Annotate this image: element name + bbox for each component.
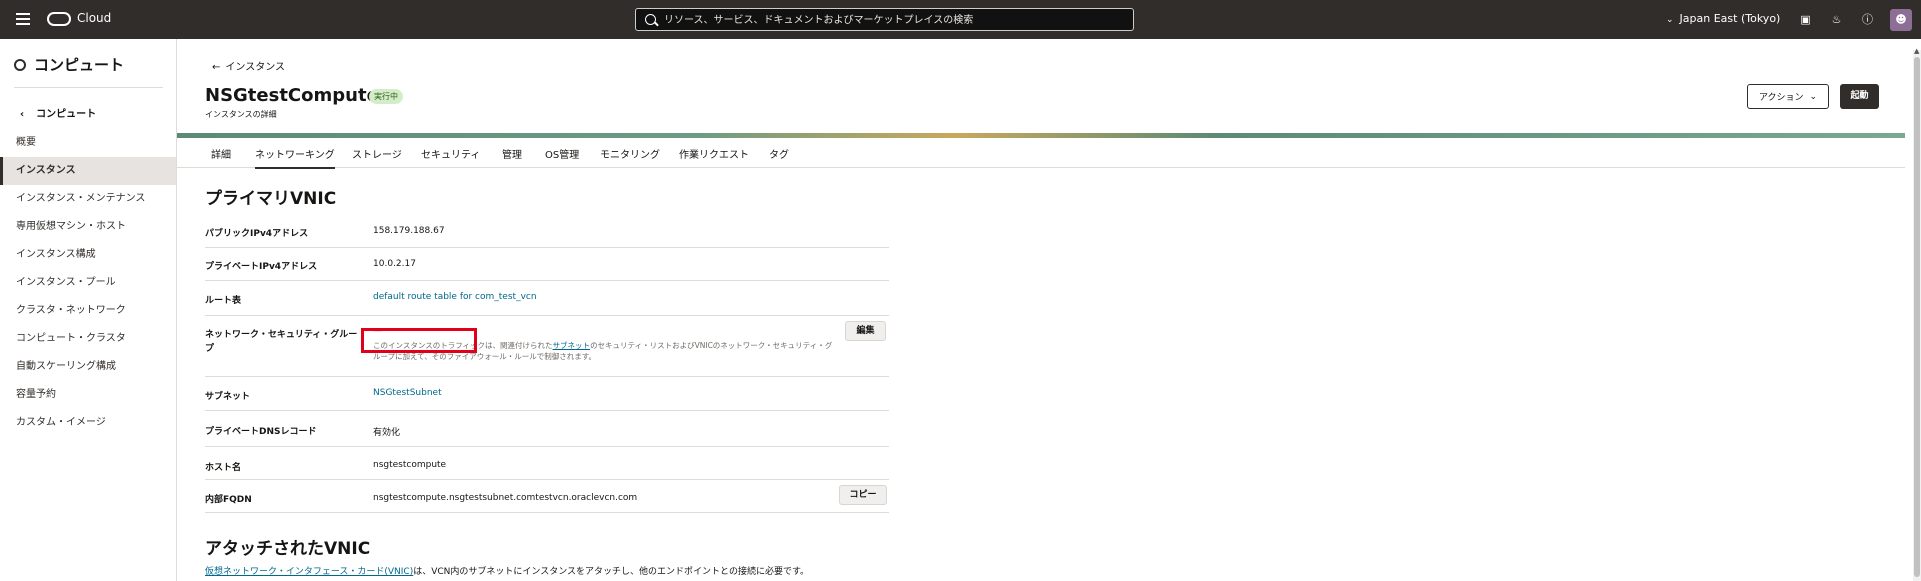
scrollbar-thumb[interactable] xyxy=(1914,57,1920,577)
sidebar-back-label: コンピュート xyxy=(36,109,97,120)
help-icon[interactable]: ⓘ xyxy=(1861,13,1874,26)
back-to-instances-link[interactable]: ← インスタンス xyxy=(212,58,285,73)
main-content: ← インスタンス NSGtestCompute 実行中 インスタンスの詳細 アクシ… xyxy=(177,39,1905,581)
arrow-left-icon: ← xyxy=(212,62,221,73)
private-ip-label: プライベートIPv4アドレス xyxy=(205,262,318,272)
scroll-up-icon[interactable]: ▲ xyxy=(1914,47,1919,55)
profile-avatar-icon[interactable]: ☻ xyxy=(1890,9,1912,31)
sidebar-item-capacity-reservations[interactable]: 容量予約 xyxy=(0,381,176,409)
fqdn-value: nsgtestcompute.nsgtestsubnet.comtestvcn.… xyxy=(373,493,638,503)
chevron-down-icon: ⌄ xyxy=(1666,15,1674,25)
route-table-link[interactable]: default route table for com_test_vcn xyxy=(373,292,537,302)
search-input[interactable] xyxy=(664,12,1124,28)
actions-label: アクション xyxy=(1758,93,1804,103)
attached-vnic-desc: 仮想ネットワーク・インタフェース・カード(VNIC)は、VCN内のサブネットにイ… xyxy=(205,564,809,577)
chevron-left-icon: ‹ xyxy=(20,109,25,120)
cloud-shell-icon[interactable]: ▣ xyxy=(1799,13,1812,26)
sidebar-item-overview[interactable]: 概要 xyxy=(0,129,176,157)
subnet-row: サブネット NSGtestSubnet xyxy=(205,377,889,411)
start-button[interactable]: 起動 xyxy=(1840,84,1879,109)
dns-label: プライベートDNSレコード xyxy=(205,427,317,437)
tab-networking[interactable]: ネットワーキング xyxy=(255,146,335,169)
back-label: インスタンス xyxy=(225,62,285,73)
sidebar-item-dedicated-vm-hosts[interactable]: 専用仮想マシン・ホスト xyxy=(0,213,176,241)
sidebar-item-autoscaling[interactable]: 自動スケーリング構成 xyxy=(0,353,176,381)
subnet-link[interactable]: NSGtestSubnet xyxy=(373,388,442,398)
fqdn-row: 内部FQDN nsgtestcompute.nsgtestsubnet.comt… xyxy=(205,480,889,513)
tab-security[interactable]: セキュリティ xyxy=(421,146,480,167)
tab-details[interactable]: 詳細 xyxy=(211,146,231,167)
public-ip-value: 158.179.188.67 xyxy=(373,226,445,236)
public-ip-label: パブリックIPv4アドレス xyxy=(205,229,309,239)
oracle-logo-icon[interactable] xyxy=(47,12,71,26)
top-bar: Cloud ⌄ Japan East (Tokyo) ▣ ♨ ⓘ ☻ xyxy=(0,0,1921,39)
menu-icon[interactable] xyxy=(16,13,30,25)
chevron-down-icon: ⌄ xyxy=(1809,91,1818,102)
sidebar-item-instances[interactable]: インスタンス xyxy=(0,157,176,185)
private-ip-value: 10.0.2.17 xyxy=(373,259,416,269)
tab-tags[interactable]: タグ xyxy=(769,146,789,167)
sidebar-back-link[interactable]: ‹ コンピュート xyxy=(20,105,96,120)
tab-work-requests[interactable]: 作業リクエスト xyxy=(679,146,749,167)
public-ip-row: パブリックIPv4アドレス 158.179.188.67 xyxy=(205,215,889,248)
primary-vnic-title: プライマリVNIC xyxy=(205,189,337,209)
subnet-label: サブネット xyxy=(205,392,251,402)
copy-fqdn-button[interactable]: コピー xyxy=(839,485,887,505)
subnet-note-link[interactable]: サブネット xyxy=(553,341,591,350)
sidebar-item-compute-clusters[interactable]: コンピュート・クラスタ xyxy=(0,325,176,353)
attached-vnic-desc-rest: は、VCN内のサブネットにインスタンスをアタッチし、他のエンドポイントとの接続に… xyxy=(413,567,810,577)
nsg-label: ネットワーク・セキュリティ・グループ xyxy=(205,330,358,354)
page-title: NSGtestCompute xyxy=(205,85,379,106)
tab-management[interactable]: 管理 xyxy=(502,146,522,167)
nsg-highlight-box xyxy=(361,328,477,353)
hostname-value: nsgtestcompute xyxy=(373,460,447,470)
status-badge: 実行中 xyxy=(369,89,403,104)
search-box[interactable] xyxy=(635,8,1134,31)
bell-icon[interactable]: ♨ xyxy=(1830,13,1843,26)
hostname-row: ホスト名 nsgtestcompute xyxy=(205,447,889,480)
compute-icon xyxy=(14,58,26,71)
dns-row: プライベートDNSレコード 有効化 xyxy=(205,411,889,447)
tab-bar: 詳細 ネットワーキング ストレージ セキュリティ 管理 OS管理 モニタリング … xyxy=(177,138,1905,169)
sidebar-header: コンピュート xyxy=(14,54,124,75)
vnic-docs-link[interactable]: 仮想ネットワーク・インタフェース・カード(VNIC) xyxy=(205,567,413,577)
sidebar-item-cluster-networks[interactable]: クラスタ・ネットワーク xyxy=(0,297,176,325)
region-label: Japan East (Tokyo) xyxy=(1679,12,1781,25)
sidebar-divider xyxy=(14,87,163,88)
sidebar-item-custom-images[interactable]: カスタム・イメージ xyxy=(0,409,176,437)
region-selector[interactable]: ⌄ Japan East (Tokyo) xyxy=(1666,12,1780,25)
actions-button[interactable]: アクション ⌄ xyxy=(1747,84,1829,109)
private-ip-row: プライベートIPv4アドレス 10.0.2.17 xyxy=(205,248,889,281)
sidebar-item-instance-pools[interactable]: インスタンス・プール xyxy=(0,269,176,297)
route-table-label: ルート表 xyxy=(205,296,242,306)
nsg-row: ネットワーク・セキュリティ・グループ — このインスタンスのトラフィックは、関連… xyxy=(205,316,889,377)
tab-monitoring[interactable]: モニタリング xyxy=(600,146,660,167)
sidebar: コンピュート ‹ コンピュート 概要 インスタンス インスタンス・メンテナンス 専… xyxy=(0,39,177,581)
tab-storage[interactable]: ストレージ xyxy=(352,146,402,167)
sidebar-item-instance-configurations[interactable]: インスタンス構成 xyxy=(0,241,176,269)
sidebar-title: コンピュート xyxy=(34,56,125,74)
edit-nsg-button[interactable]: 編集 xyxy=(845,321,886,341)
dns-value: 有効化 xyxy=(373,428,401,438)
search-icon xyxy=(645,14,656,25)
sidebar-list: 概要 インスタンス インスタンス・メンテナンス 専用仮想マシン・ホスト インスタ… xyxy=(0,129,176,437)
route-table-row: ルート表 default route table for com_test_vc… xyxy=(205,281,889,316)
brand-label[interactable]: Cloud xyxy=(77,11,111,25)
tab-os-management[interactable]: OS管理 xyxy=(545,146,579,167)
sidebar-item-instance-maintenance[interactable]: インスタンス・メンテナンス xyxy=(0,185,176,213)
page-subtitle: インスタンスの詳細 xyxy=(205,110,277,119)
fqdn-label: 内部FQDN xyxy=(205,495,252,505)
hostname-label: ホスト名 xyxy=(205,463,242,473)
attached-vnic-title: アタッチされたVNIC xyxy=(205,539,371,559)
